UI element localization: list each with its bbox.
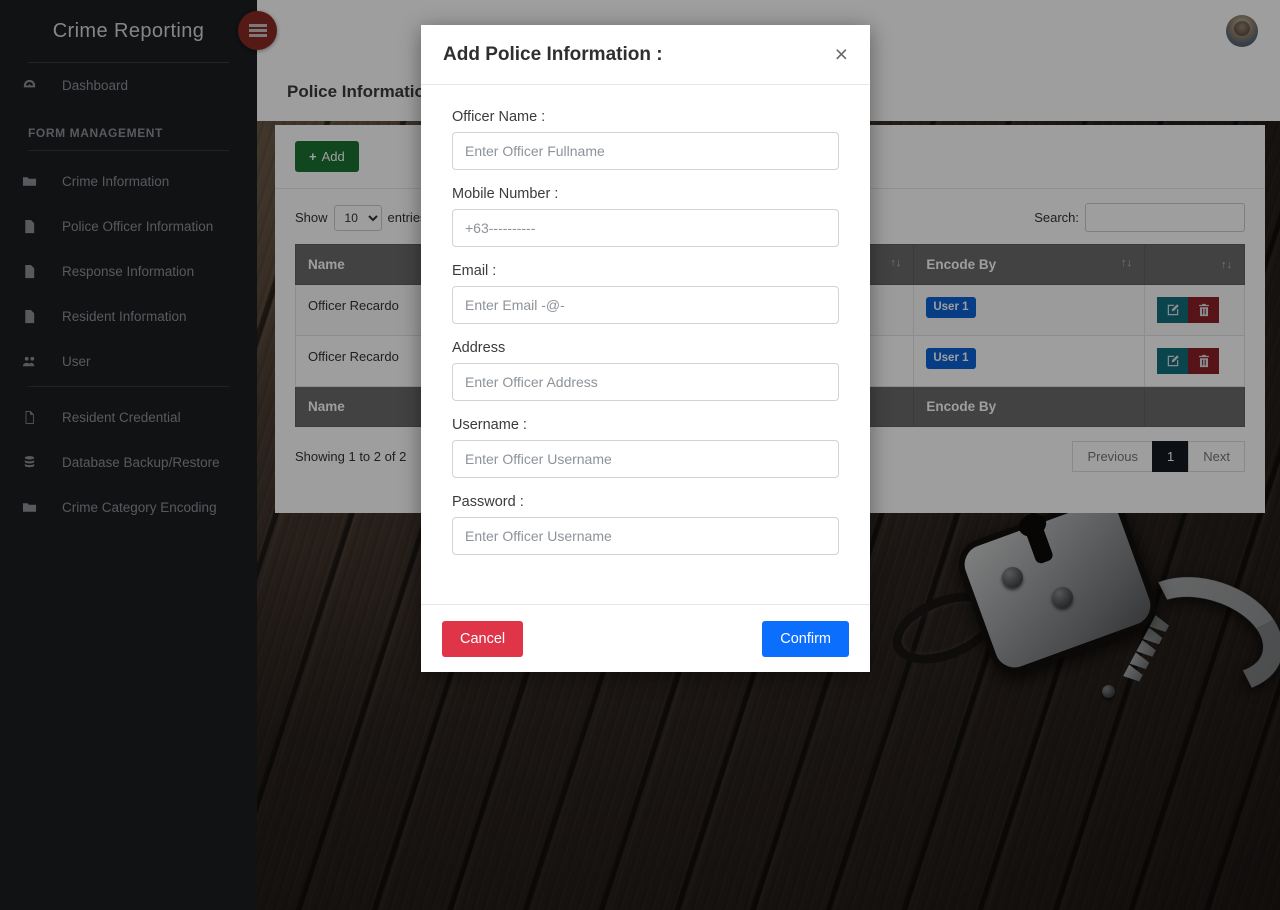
field-address: Address — [452, 340, 839, 401]
officer-name-input[interactable] — [452, 132, 839, 170]
email-input[interactable] — [452, 286, 839, 324]
field-password: Password : — [452, 494, 839, 555]
field-username: Username : — [452, 417, 839, 478]
field-officer-name: Officer Name : — [452, 109, 839, 170]
field-label: Password : — [452, 494, 524, 510]
confirm-button[interactable]: Confirm — [762, 620, 849, 657]
modal-body: Officer Name : Mobile Number : Email : A… — [421, 85, 870, 604]
cancel-button[interactable]: Cancel — [442, 620, 524, 657]
field-label: Email : — [452, 263, 497, 279]
field-label: Username : — [452, 417, 527, 433]
password-input[interactable] — [452, 517, 839, 555]
username-input[interactable] — [452, 440, 839, 478]
modal-footer: Cancel Confirm — [421, 604, 870, 672]
field-label: Officer Name : — [452, 109, 546, 125]
field-email: Email : — [452, 263, 839, 324]
close-icon[interactable]: × — [835, 43, 848, 66]
modal-title: Add Police Information : — [443, 43, 663, 65]
field-label: Address — [452, 340, 506, 356]
modal-header: Add Police Information : × — [421, 25, 870, 85]
mobile-number-input[interactable] — [452, 209, 839, 247]
add-police-information-modal: Add Police Information : × Officer Name … — [421, 25, 870, 672]
field-label: Mobile Number : — [452, 186, 559, 202]
field-mobile-number: Mobile Number : — [452, 186, 839, 247]
address-input[interactable] — [452, 363, 839, 401]
